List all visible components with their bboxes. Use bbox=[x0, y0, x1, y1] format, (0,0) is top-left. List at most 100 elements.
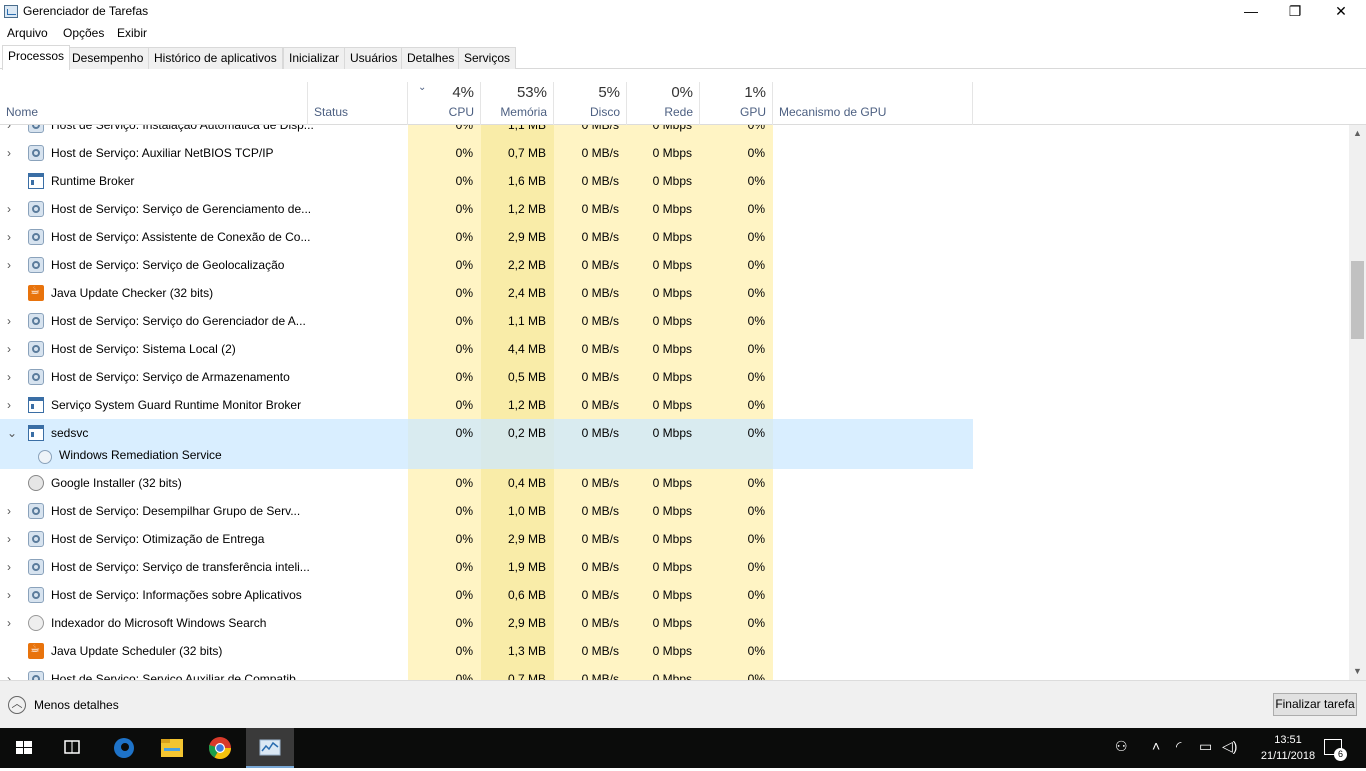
header-name[interactable]: Nome bbox=[0, 82, 308, 125]
gear-icon bbox=[28, 671, 44, 680]
expand-chevron-down-icon[interactable]: ⌄ bbox=[7, 419, 19, 447]
process-row[interactable]: › Host de Serviço: Serviço de Geolocaliza… bbox=[0, 251, 1349, 279]
tab-historico[interactable]: Histórico de aplicativos bbox=[148, 47, 283, 69]
close-button[interactable]: ✕ bbox=[1318, 0, 1364, 24]
header-status[interactable]: Status bbox=[308, 82, 408, 125]
process-row[interactable]: Java Update Scheduler (32 bits) 0% 1,3 MB 0… bbox=[0, 637, 1349, 665]
disk-cell: 0 MB/s bbox=[581, 504, 619, 518]
header-gpu-engine[interactable]: Mecanismo de GPU bbox=[773, 82, 973, 125]
scroll-down-icon[interactable]: ▼ bbox=[1349, 663, 1366, 680]
expand-chevron-right-icon[interactable]: › bbox=[7, 581, 19, 609]
header-memory[interactable]: 53% Memória bbox=[481, 82, 554, 125]
service-subrow-name[interactable]: Windows Remediation Service bbox=[59, 444, 222, 466]
expand-chevron-right-icon[interactable]: › bbox=[7, 525, 19, 553]
process-row[interactable]: › Host de Serviço: Serviço do Gerenciador… bbox=[0, 307, 1349, 335]
expand-chevron-right-icon[interactable]: › bbox=[7, 139, 19, 167]
search-icon bbox=[28, 615, 44, 631]
process-row[interactable]: › Host de Serviço: Serviço de Gerenciamen… bbox=[0, 195, 1349, 223]
file-explorer-button[interactable] bbox=[148, 728, 196, 768]
end-task-button[interactable]: Finalizar tarefa bbox=[1273, 693, 1357, 716]
network-icon[interactable]: ◜ bbox=[1176, 738, 1181, 755]
maximize-button[interactable]: ❐ bbox=[1272, 0, 1318, 24]
menu-bar: Arquivo Opções Exibir bbox=[0, 24, 1366, 44]
volume-icon[interactable]: ◁) bbox=[1222, 738, 1237, 755]
menu-exibir[interactable]: Exibir bbox=[117, 26, 147, 40]
memory-cell: 1,6 MB bbox=[507, 174, 546, 188]
expand-chevron-right-icon[interactable]: › bbox=[7, 307, 19, 335]
process-row[interactable]: ⌄ sedsvc 0% 0,2 MB 0 MB/s 0 Mbps 0% Windows Rem… bbox=[0, 419, 973, 469]
header-disk[interactable]: 5% Disco bbox=[554, 82, 627, 125]
expand-chevron-right-icon[interactable]: › bbox=[7, 363, 19, 391]
process-row[interactable]: › Host de Serviço: Auxiliar NetBIOS TCP/I… bbox=[0, 139, 1349, 167]
tab-detalhes[interactable]: Detalhes bbox=[401, 47, 461, 69]
process-row[interactable]: Java Update Checker (32 bits) 0% 2,4 MB 0 M… bbox=[0, 279, 1349, 307]
process-row[interactable]: › Host de Serviço: Informações sobre Apli… bbox=[0, 581, 1349, 609]
process-name: Runtime Broker bbox=[51, 174, 135, 188]
header-name-label: Nome bbox=[6, 105, 39, 119]
gpu-cell: 0% bbox=[747, 202, 765, 216]
gear-icon bbox=[28, 201, 44, 217]
google-icon bbox=[28, 475, 44, 491]
expand-chevron-right-icon[interactable]: › bbox=[7, 335, 19, 363]
expand-chevron-right-icon[interactable]: › bbox=[7, 223, 19, 251]
expand-chevron-right-icon[interactable]: › bbox=[7, 609, 19, 637]
task-manager-icon bbox=[4, 5, 18, 18]
tab-usuarios[interactable]: Usuários bbox=[344, 47, 404, 69]
chrome-button[interactable] bbox=[196, 728, 244, 768]
process-row[interactable]: › Host de Serviço: Assistente de Conexão … bbox=[0, 223, 1349, 251]
start-button[interactable] bbox=[0, 728, 48, 768]
process-row[interactable]: › Host de Serviço: Serviço Auxiliar de Co… bbox=[0, 665, 1349, 680]
expand-chevron-right-icon[interactable]: › bbox=[7, 391, 19, 419]
vertical-scrollbar[interactable]: ▲ ▼ bbox=[1349, 125, 1366, 680]
scroll-thumb[interactable] bbox=[1351, 261, 1364, 339]
gear-icon bbox=[28, 559, 44, 575]
menu-opcoes[interactable]: Opções bbox=[63, 26, 104, 40]
expand-chevron-right-icon[interactable]: › bbox=[7, 665, 19, 680]
network-cell: 0 Mbps bbox=[652, 616, 692, 630]
process-row[interactable]: › Indexador do Microsoft Windows Search 0%… bbox=[0, 609, 1349, 637]
people-icon[interactable]: ⚇ bbox=[1115, 738, 1128, 755]
task-view-button[interactable] bbox=[48, 728, 96, 768]
process-row[interactable]: › Host de Serviço: Serviço de Armazenamen… bbox=[0, 363, 1349, 391]
process-row[interactable]: › Host de Serviço: Desempilhar Grupo de S… bbox=[0, 497, 1349, 525]
header-network[interactable]: 0% Rede bbox=[627, 82, 700, 125]
gpu-cell: 0% bbox=[747, 286, 765, 300]
process-row[interactable]: › Host de Serviço: Otimização de Entrega 0… bbox=[0, 525, 1349, 553]
tab-processos[interactable]: Processos bbox=[2, 45, 71, 70]
header-gpu[interactable]: 1% GPU bbox=[700, 82, 773, 125]
network-cell: 0 Mbps bbox=[652, 504, 692, 518]
clock[interactable]: 13:51 21/11/2018 bbox=[1258, 732, 1318, 764]
expand-chevron-right-icon[interactable]: › bbox=[7, 497, 19, 525]
tab-inicializar[interactable]: Inicializar bbox=[283, 47, 346, 69]
tab-servicos[interactable]: Serviços bbox=[458, 47, 517, 69]
expand-chevron-right-icon[interactable]: › bbox=[7, 251, 19, 279]
tab-desempenho[interactable]: Desempenho bbox=[66, 47, 150, 69]
process-row[interactable]: › Host de Serviço: Instalação Automática … bbox=[0, 125, 1349, 139]
gpu-cell: 0% bbox=[747, 588, 765, 602]
process-row[interactable]: › Host de Serviço: Sistema Local (2) 0% 4,4… bbox=[0, 335, 1349, 363]
edge-button[interactable] bbox=[100, 728, 148, 768]
less-details-link[interactable]: Menos detalhes bbox=[34, 698, 119, 712]
cpu-cell: 0% bbox=[455, 342, 473, 356]
tray-chevron-up-icon[interactable]: ˄ bbox=[1152, 738, 1160, 754]
expand-chevron-right-icon[interactable]: › bbox=[7, 125, 19, 139]
scroll-up-icon[interactable]: ▲ bbox=[1349, 125, 1366, 142]
process-row[interactable]: › Serviço System Guard Runtime Monitor Br… bbox=[0, 391, 1349, 419]
network-cell: 0 Mbps bbox=[652, 125, 692, 132]
cpu-cell: 0% bbox=[455, 370, 473, 384]
header-gpu-pct: 1% bbox=[744, 84, 766, 101]
expand-chevron-right-icon[interactable]: › bbox=[7, 553, 19, 581]
process-row[interactable]: › Host de Serviço: Serviço de transferênc… bbox=[0, 553, 1349, 581]
task-manager-taskbar-button[interactable] bbox=[246, 728, 294, 768]
process-row[interactable]: Runtime Broker 0% 1,6 MB 0 MB/s 0 Mbps 0% bbox=[0, 167, 1349, 195]
header-cpu[interactable]: ⌄ 4% CPU bbox=[408, 82, 481, 125]
gear-icon bbox=[28, 587, 44, 603]
memory-cell: 4,4 MB bbox=[507, 342, 546, 356]
minimize-button[interactable]: — bbox=[1228, 0, 1274, 24]
process-row[interactable]: Google Installer (32 bits) 0% 0,4 MB 0 MB/s… bbox=[0, 469, 1349, 497]
expand-chevron-right-icon[interactable]: › bbox=[7, 195, 19, 223]
battery-icon[interactable]: ▭ bbox=[1199, 738, 1212, 755]
process-name: Host de Serviço: Serviço do Gerenciador … bbox=[51, 314, 306, 328]
chevron-up-icon[interactable]: ︿ bbox=[8, 696, 26, 714]
menu-arquivo[interactable]: Arquivo bbox=[7, 26, 48, 40]
